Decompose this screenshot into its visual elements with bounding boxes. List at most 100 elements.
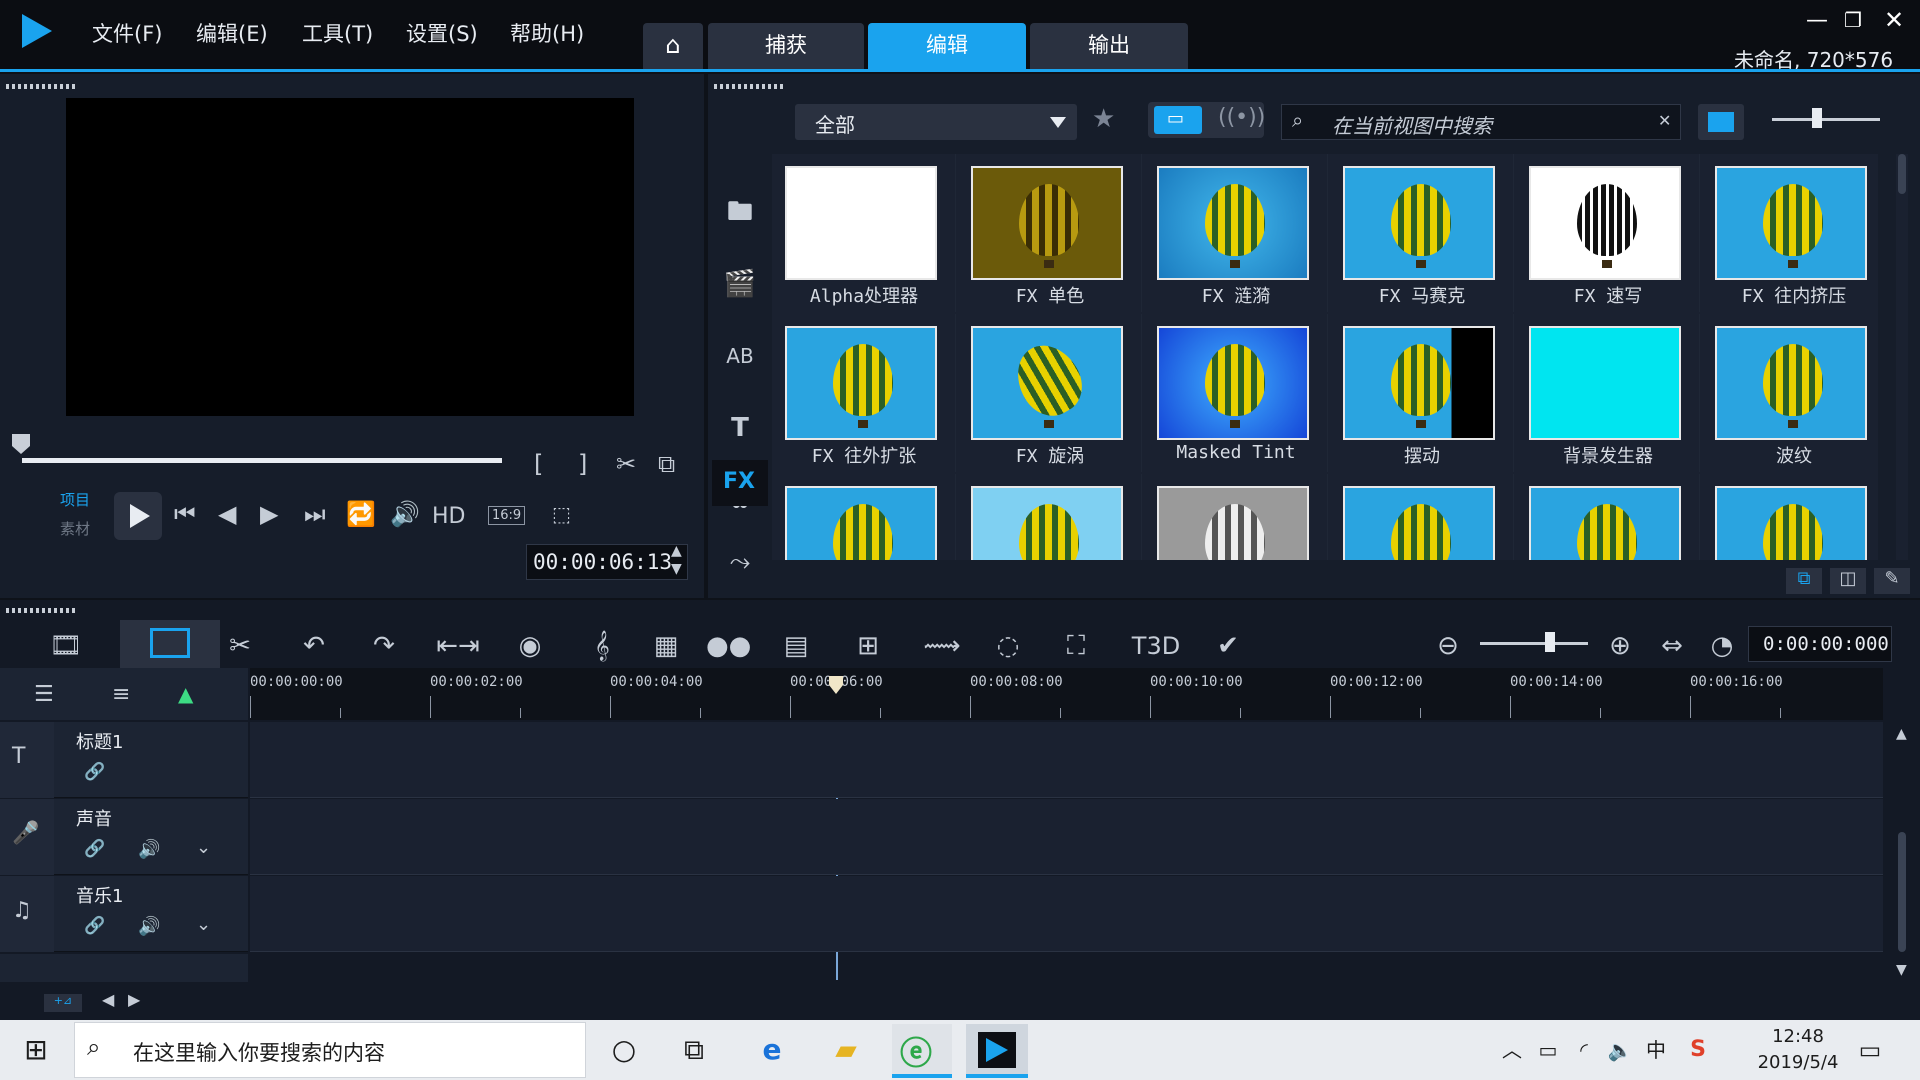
effect-item[interactable]: FX 往外扩张 xyxy=(772,314,956,472)
timeline-timecode-box[interactable]: 0:00:00:000 xyxy=(1748,626,1892,662)
track-header[interactable]: ♫ 音乐1 🔗 🔊 ⌄ xyxy=(0,876,248,952)
track-header[interactable]: 🎤 声音 🔗 🔊 ⌄ xyxy=(0,799,248,875)
mute-icon[interactable]: 🔊 xyxy=(138,839,160,860)
sound-mixer-icon[interactable]: 𝄞 xyxy=(580,628,624,664)
tab-output[interactable]: 输出 xyxy=(1030,23,1188,69)
library-scrollbar-thumb[interactable] xyxy=(1898,154,1906,194)
home-tab[interactable]: ⌂ xyxy=(643,23,703,69)
effect-item[interactable] xyxy=(958,474,1142,560)
link-icon[interactable]: 🔗 xyxy=(84,916,105,936)
file-explorer-icon[interactable]: ▰ xyxy=(824,1030,868,1070)
toolbar-customize-icon[interactable]: ✂ xyxy=(218,628,262,664)
effect-thumbnail[interactable] xyxy=(1715,326,1867,440)
project-duration-icon[interactable]: ◔ xyxy=(1700,628,1744,664)
track-name[interactable]: 声音 xyxy=(76,805,112,831)
path-icon[interactable]: ⤳ xyxy=(715,540,765,584)
scrubber-bar[interactable] xyxy=(22,458,502,463)
effect-item[interactable] xyxy=(1702,474,1878,560)
3d-title-editor-icon[interactable]: T3D xyxy=(1128,628,1184,664)
clock-time[interactable]: 12:48 xyxy=(1756,1026,1840,1047)
scroll-right-icon[interactable]: ▶ xyxy=(128,990,140,1009)
effect-item[interactable]: FX 涟漪 xyxy=(1144,154,1328,312)
effect-thumbnail[interactable] xyxy=(1529,326,1681,440)
minimize-button[interactable]: — xyxy=(1806,8,1828,33)
effect-thumbnail[interactable] xyxy=(785,486,937,560)
add-remove-chapter-icon[interactable]: ≡ xyxy=(112,682,130,707)
options-icon[interactable]: ✎ xyxy=(1874,568,1910,594)
media-icon[interactable]: 🖿 xyxy=(715,190,765,234)
storyboard-view-icon[interactable]: 🎞 xyxy=(44,628,88,664)
effect-thumbnail[interactable] xyxy=(1715,486,1867,560)
taskbar-search-box[interactable]: ⌕ 在这里输入你要搜索的内容 xyxy=(74,1022,586,1078)
track-manager-icon[interactable]: ☰ xyxy=(34,682,54,707)
restore-button[interactable]: ❐ xyxy=(1844,8,1862,32)
effect-thumbnail[interactable] xyxy=(1157,166,1309,280)
clock-date[interactable]: 2019/5/4 xyxy=(1742,1052,1854,1073)
smart-proxy-icon[interactable]: ⇤⇥ xyxy=(436,628,480,664)
hd-preview-button[interactable]: HD xyxy=(432,504,465,529)
effect-item[interactable]: Masked Tint xyxy=(1144,314,1328,472)
taskbar-search-input[interactable]: 在这里输入你要搜索的内容 xyxy=(133,1037,385,1067)
enlarge-preview-icon[interactable]: ⧉ xyxy=(658,450,675,478)
timeline-vscroll[interactable]: ▲ ▼ xyxy=(1886,722,1920,982)
track-lane[interactable] xyxy=(250,799,1883,875)
auto-music-icon[interactable]: ▦ xyxy=(644,628,688,664)
track-lane[interactable] xyxy=(250,722,1883,798)
library-view-icon[interactable]: ◫ xyxy=(1830,568,1866,594)
effect-thumbnail[interactable] xyxy=(1529,166,1681,280)
clear-search-icon[interactable]: ✕ xyxy=(1658,111,1671,130)
transition-icon[interactable]: AB xyxy=(715,334,765,378)
fit-project-icon[interactable]: ⇔ xyxy=(1650,628,1694,664)
scroll-left-icon[interactable]: ◀ xyxy=(102,990,114,1009)
effect-thumbnail[interactable] xyxy=(971,166,1123,280)
effect-thumbnail[interactable] xyxy=(971,326,1123,440)
task-view-icon[interactable]: ⧉ xyxy=(672,1030,716,1070)
mark-in-icon[interactable]: [ xyxy=(534,450,543,478)
effect-thumbnail[interactable] xyxy=(1343,486,1495,560)
effect-item[interactable]: FX 马赛克 xyxy=(1330,154,1514,312)
effect-item[interactable]: FX 旋涡 xyxy=(958,314,1142,472)
effect-item[interactable]: 背景发生器 xyxy=(1516,314,1700,472)
subtitle-editor-icon[interactable]: ▤ xyxy=(774,628,818,664)
effect-item[interactable]: 摆动 xyxy=(1330,314,1514,472)
motion-tracking-icon[interactable]: ●● xyxy=(706,628,751,664)
menu-file[interactable]: 文件(F) xyxy=(92,18,162,48)
timeline-vscroll-thumb[interactable] xyxy=(1898,832,1906,952)
tab-edit[interactable]: 编辑 xyxy=(868,23,1026,69)
thumbnail-size-handle[interactable] xyxy=(1812,108,1822,128)
close-button[interactable]: ✕ xyxy=(1884,6,1904,34)
scroll-up-icon[interactable]: ▲ xyxy=(1896,726,1907,742)
volume-icon[interactable]: 🔊 xyxy=(390,500,420,528)
timecode-box[interactable]: 00:00:06:13 ▲ ▼ xyxy=(526,543,688,580)
repeat-icon[interactable]: 🔁 xyxy=(346,500,376,528)
next-frame-icon[interactable]: ▶ xyxy=(260,500,278,528)
effect-thumbnail[interactable] xyxy=(1157,326,1309,440)
expand-track-icon[interactable]: ⌄ xyxy=(196,914,211,935)
zoom-slider[interactable] xyxy=(1480,642,1588,645)
mark-out-icon[interactable]: ] xyxy=(578,450,587,478)
split-screen-icon[interactable]: ✔ xyxy=(1206,628,1250,664)
crop-selection-icon[interactable]: ⬚ xyxy=(552,502,571,526)
menu-help[interactable]: 帮助(H) xyxy=(510,18,584,48)
track-name[interactable]: 音乐1 xyxy=(76,882,123,908)
effect-item[interactable] xyxy=(1330,474,1514,560)
undo-icon[interactable]: ↶ xyxy=(292,628,336,664)
play-button[interactable] xyxy=(114,492,162,540)
effect-item[interactable] xyxy=(772,474,956,560)
thumbnail-size-slider[interactable] xyxy=(1772,118,1880,121)
zoom-out-icon[interactable]: ⊖ xyxy=(1426,628,1470,664)
effect-thumbnail[interactable] xyxy=(785,166,937,280)
add-to-favorites-icon[interactable]: ★ xyxy=(1092,104,1115,134)
timeline-panel-grip[interactable] xyxy=(6,608,76,613)
timecode-display[interactable]: 00:00:06:13 xyxy=(533,550,672,574)
link-icon[interactable]: 🔗 xyxy=(84,839,105,859)
effect-item[interactable]: Alpha处理器 xyxy=(772,154,956,312)
zoom-in-icon[interactable]: ⊕ xyxy=(1598,628,1642,664)
effect-thumbnail[interactable] xyxy=(1157,486,1309,560)
search-box[interactable]: ⌕ 在当前视图中搜索 ✕ xyxy=(1281,104,1681,140)
taskbar-ie-button[interactable]: ⓔ xyxy=(892,1024,952,1078)
library-panel-grip[interactable] xyxy=(714,84,784,89)
sogou-ime-icon[interactable]: S xyxy=(1676,1030,1720,1070)
aspect-ratio-button[interactable]: 16:9 xyxy=(488,506,526,525)
timecode-down-icon[interactable]: ▼ xyxy=(671,561,682,577)
